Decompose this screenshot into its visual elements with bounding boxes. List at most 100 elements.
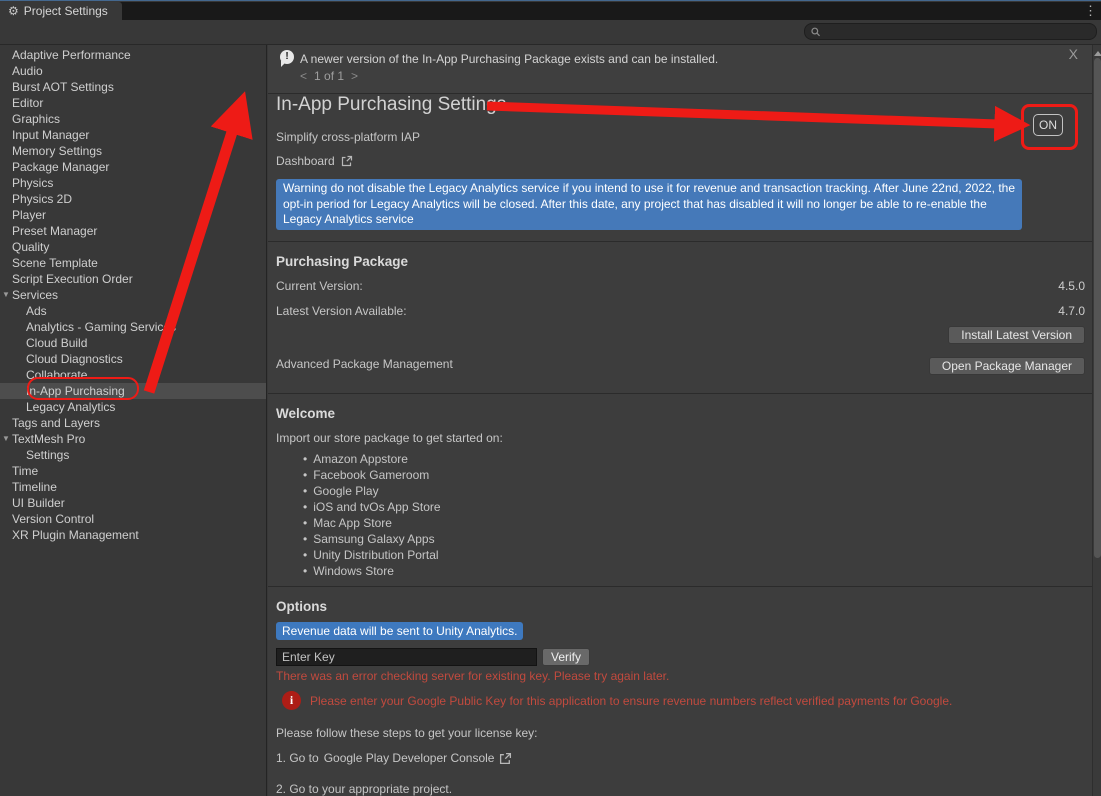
- tab-title: Project Settings: [24, 4, 108, 18]
- sidebar-item-package-manager[interactable]: Package Manager: [0, 159, 266, 175]
- sidebar-item-input-manager[interactable]: Input Manager: [0, 127, 266, 143]
- latest-version-label: Latest Version Available:: [276, 304, 407, 318]
- sidebar-item-ui-builder[interactable]: UI Builder: [0, 495, 266, 511]
- sidebar-item-player[interactable]: Player: [0, 207, 266, 223]
- sidebar-item-graphics[interactable]: Graphics: [0, 111, 266, 127]
- sidebar-list: Adaptive PerformanceAudioBurst AOT Setti…: [0, 47, 266, 543]
- sidebar-item-label: Collaborate: [0, 367, 266, 383]
- sidebar-item-textmesh-pro[interactable]: ▼TextMesh Pro: [0, 431, 266, 447]
- legacy-analytics-warning: Warning do not disable the Legacy Analyt…: [276, 179, 1022, 230]
- search-icon: [811, 27, 821, 37]
- sidebar-item-label: Ads: [0, 303, 266, 319]
- sidebar-item-in-app-purchasing[interactable]: In-App Purchasing: [0, 383, 266, 399]
- dashboard-label: Dashboard: [276, 154, 335, 168]
- sidebar-item-label: Audio: [0, 63, 266, 79]
- store-name: Samsung Galaxy Apps: [313, 531, 434, 547]
- bullet-icon: •: [303, 547, 307, 563]
- bullet-icon: •: [303, 451, 307, 467]
- dashboard-link[interactable]: Dashboard: [276, 154, 353, 168]
- bullet-icon: •: [303, 483, 307, 499]
- sidebar-item-adaptive-performance[interactable]: Adaptive Performance: [0, 47, 266, 63]
- search-box[interactable]: [804, 23, 1097, 40]
- sidebar-item-scene-template[interactable]: Scene Template: [0, 255, 266, 271]
- sidebar-item-audio[interactable]: Audio: [0, 63, 266, 79]
- sidebar-item-time[interactable]: Time: [0, 463, 266, 479]
- external-link-icon[interactable]: [499, 752, 512, 765]
- tab-strip: ⚙ Project Settings ⋮: [0, 2, 1101, 20]
- tab-project-settings[interactable]: ⚙ Project Settings: [0, 2, 122, 20]
- store-name: Windows Store: [313, 563, 394, 579]
- sidebar-item-label: Analytics - Gaming Services: [0, 319, 266, 335]
- sidebar-item-collaborate[interactable]: Collaborate: [0, 367, 266, 383]
- open-package-manager-button[interactable]: Open Package Manager: [929, 357, 1085, 375]
- sidebar-item-services[interactable]: ▼Services: [0, 287, 266, 303]
- external-link-icon: [341, 155, 353, 167]
- advanced-package-management-label: Advanced Package Management: [276, 357, 453, 371]
- sidebar-item-label: Cloud Build: [0, 335, 266, 351]
- sidebar-item-memory-settings[interactable]: Memory Settings: [0, 143, 266, 159]
- scrollbar-thumb[interactable]: [1094, 58, 1101, 558]
- store-list-item: • Samsung Galaxy Apps: [303, 531, 441, 547]
- sidebar-item-label: Preset Manager: [0, 223, 266, 239]
- current-version-value: 4.5.0: [1058, 279, 1085, 293]
- analytics-revenue-note: Revenue data will be sent to Unity Analy…: [276, 622, 523, 640]
- section-divider: [268, 393, 1092, 394]
- sidebar-item-label: Memory Settings: [0, 143, 266, 159]
- section-divider: [268, 586, 1092, 587]
- sidebar-item-quality[interactable]: Quality: [0, 239, 266, 255]
- sidebar-item-editor[interactable]: Editor: [0, 95, 266, 111]
- banner-close-icon[interactable]: X: [1069, 46, 1078, 62]
- sidebar-item-label: Burst AOT Settings: [0, 79, 266, 95]
- license-key-input[interactable]: [276, 648, 537, 666]
- bullet-icon: •: [303, 467, 307, 483]
- scroll-up-arrow-icon[interactable]: [1094, 47, 1101, 56]
- bullet-icon: •: [303, 515, 307, 531]
- chevron-down-icon[interactable]: ▼: [2, 431, 10, 447]
- sidebar-item-label: Timeline: [0, 479, 266, 495]
- pager-prev-icon[interactable]: <: [300, 69, 307, 83]
- pager-count: 1 of 1: [314, 69, 344, 83]
- bullet-icon: •: [303, 499, 307, 515]
- sidebar-item-cloud-build[interactable]: Cloud Build: [0, 335, 266, 351]
- vertical-scrollbar[interactable]: [1092, 45, 1101, 796]
- page-subtitle: Simplify cross-platform IAP: [276, 130, 420, 144]
- sidebar-item-burst-aot-settings[interactable]: Burst AOT Settings: [0, 79, 266, 95]
- section-divider: [268, 241, 1092, 242]
- banner-message: A newer version of the In-App Purchasing…: [300, 52, 718, 66]
- pager-next-icon[interactable]: >: [351, 69, 358, 83]
- sidebar-item-label: Time: [0, 463, 266, 479]
- google-play-console-link[interactable]: Google Play Developer Console: [324, 751, 495, 765]
- sidebar-item-label: UI Builder: [0, 495, 266, 511]
- sidebar-item-tags-and-layers[interactable]: Tags and Layers: [0, 415, 266, 431]
- service-toggle-on-button[interactable]: ON: [1033, 114, 1063, 136]
- sidebar-item-ads[interactable]: Ads: [0, 303, 266, 319]
- sidebar-item-analytics-gaming-services[interactable]: Analytics - Gaming Services: [0, 319, 266, 335]
- search-input[interactable]: [825, 26, 1090, 38]
- sidebar-item-label: Scene Template: [0, 255, 266, 271]
- chevron-down-icon[interactable]: ▼: [2, 287, 10, 303]
- store-list-item: •Windows Store: [303, 563, 441, 579]
- sidebar-item-timeline[interactable]: Timeline: [0, 479, 266, 495]
- project-settings-window: ⚙ Project Settings ⋮ Adaptive Performanc…: [0, 0, 1101, 796]
- sidebar-item-version-control[interactable]: Version Control: [0, 511, 266, 527]
- sidebar-item-xr-plugin-management[interactable]: XR Plugin Management: [0, 527, 266, 543]
- bullet-icon: •: [303, 531, 307, 547]
- sidebar-item-physics-2d[interactable]: Physics 2D: [0, 191, 266, 207]
- sidebar-item-settings[interactable]: Settings: [0, 447, 266, 463]
- server-error-text: There was an error checking server for e…: [276, 669, 669, 683]
- install-latest-version-button[interactable]: Install Latest Version: [948, 326, 1085, 344]
- sidebar-item-label: Tags and Layers: [0, 415, 266, 431]
- sidebar-item-label: TextMesh Pro: [0, 431, 266, 447]
- sidebar-item-legacy-analytics[interactable]: Legacy Analytics: [0, 399, 266, 415]
- sidebar-item-physics[interactable]: Physics: [0, 175, 266, 191]
- store-name: Google Play: [313, 483, 378, 499]
- sidebar-item-preset-manager[interactable]: Preset Manager: [0, 223, 266, 239]
- latest-version-value: 4.7.0: [1058, 304, 1085, 318]
- license-steps-intro: Please follow these steps to get your li…: [276, 726, 537, 740]
- sidebar-item-script-execution-order[interactable]: Script Execution Order: [0, 271, 266, 287]
- verify-button[interactable]: Verify: [542, 648, 590, 666]
- store-list-item: •Amazon Appstore: [303, 451, 441, 467]
- kebab-menu-icon[interactable]: ⋮: [1084, 3, 1097, 19]
- store-list-item: • Google Play: [303, 483, 441, 499]
- sidebar-item-cloud-diagnostics[interactable]: Cloud Diagnostics: [0, 351, 266, 367]
